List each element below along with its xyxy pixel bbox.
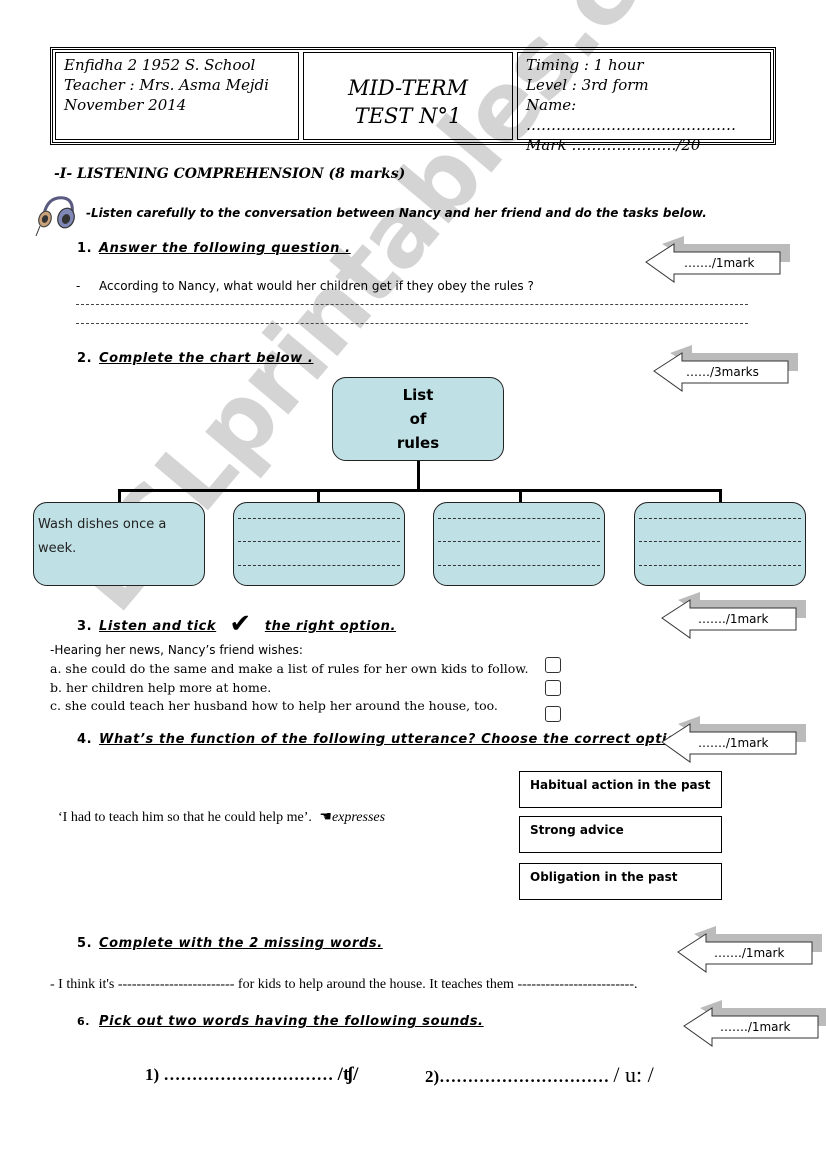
header-school-info: Enfidha 2 1952 S. School Teacher : Mrs. … [55, 52, 299, 140]
q3-checkbox-a[interactable] [545, 657, 561, 673]
pointing-hand-icon: ☚ [319, 810, 332, 825]
q6-title: Pick out two words having the following … [99, 1014, 484, 1029]
q4-option-2[interactable]: Strong advice [519, 816, 722, 853]
title-line-1: MID-TERM [347, 76, 469, 100]
q6-heading: 6. Pick out two words having the followin… [77, 1014, 484, 1029]
q6-item-1-sound: /ʧ/ [337, 1064, 359, 1085]
chart-node-4-line-2 [639, 541, 801, 542]
q4-mark-badge: ……./1mark [660, 716, 810, 766]
q6-mark-badge: ……./1mark [682, 1000, 826, 1050]
q3-stem: -Hearing her news, Nancy’s friend wishes… [50, 643, 303, 657]
q2-mark[interactable]: ……/3marks [686, 365, 759, 379]
chart-connector-2 [317, 489, 320, 502]
title-line-2: TEST N°1 [354, 104, 462, 128]
q6-item-1[interactable]: 1) ………………………… /ʧ/ [145, 1064, 358, 1086]
q3-number: 3. [77, 619, 93, 634]
chart-connector-3 [519, 489, 522, 502]
q6-item-2-sound: / u: / [613, 1062, 654, 1087]
chart-connector-4 [719, 489, 722, 502]
chart-node-3[interactable] [433, 502, 605, 586]
q3-option-b: b. her children help more at home. [50, 680, 272, 695]
q2-heading: 2. Complete the chart below . [77, 351, 313, 366]
q1-question-bullet: - [76, 279, 81, 293]
chart-connector-stem [417, 461, 420, 491]
q3-title-b: the right option. [264, 619, 397, 634]
chart-root-line-1: List [402, 386, 434, 404]
q6-item-1-label: 1) ………………………… [145, 1065, 334, 1084]
tick-icon: ✔ [229, 609, 252, 639]
chart-node-3-line-3 [438, 565, 600, 566]
q3-checkbox-c[interactable] [545, 706, 561, 722]
test-date: November 2014 [64, 96, 187, 114]
header-title: MID-TERM TEST N°1 [303, 52, 513, 140]
q1-answer-line-2[interactable] [76, 323, 748, 324]
q3-option-a: a. she could do the same and make a list… [50, 661, 529, 676]
q4-number: 4. [77, 732, 93, 747]
level: Level : 3rd form [526, 76, 649, 94]
q6-item-2-label: 2)………………………… [425, 1067, 610, 1086]
chart-node-3-line-1 [438, 518, 600, 519]
q6-number: 6. [77, 1015, 91, 1028]
q1-mark-badge: ……./1mark [644, 236, 794, 286]
q1-mark[interactable]: ……./1mark [684, 256, 754, 270]
header-table: Enfidha 2 1952 S. School Teacher : Mrs. … [50, 47, 776, 154]
chart-root-line-2: of [409, 410, 427, 428]
q2-mark-badge: ……/3marks [652, 345, 802, 395]
school-name: Enfidha 2 1952 S. School [64, 56, 256, 74]
q3-title-a: Listen and tick [99, 619, 217, 634]
q3-mark[interactable]: ……./1mark [698, 612, 768, 626]
chart-node-2-line-3 [238, 565, 400, 566]
chart-root-node: List of rules [332, 377, 504, 461]
chart-node-4-line-3 [639, 565, 801, 566]
timing: Timing : 1 hour [526, 56, 644, 74]
q1-number: 1. [77, 241, 93, 256]
chart-connector-1 [118, 489, 121, 502]
chart-node-1-text: Wash dishes once a week. [38, 517, 167, 556]
chart-node-4-line-1 [639, 518, 801, 519]
q3-option-c: c. she could teach her husband how to he… [50, 698, 498, 713]
q3-mark-badge: ……./1mark [660, 592, 810, 642]
q4-option-1[interactable]: Habitual action in the past [519, 771, 722, 808]
q4-utterance-line: ‘I had to teach him so that he could hel… [58, 809, 385, 826]
q1-answer-line-1[interactable] [76, 304, 748, 305]
section-instructions: -Listen carefully to the conversation be… [86, 206, 707, 220]
q1-question: According to Nancy, what would her child… [99, 279, 534, 293]
q4-utterance: ‘I had to teach him so that he could hel… [58, 810, 312, 825]
q4-mark[interactable]: ……./1mark [698, 736, 768, 750]
q2-number: 2. [77, 351, 93, 366]
name-field[interactable]: Name: …………………………………… [526, 95, 762, 135]
q2-title: Complete the chart below . [99, 351, 314, 366]
q6-mark[interactable]: ……./1mark [720, 1020, 790, 1034]
q5-heading: 5. Complete with the 2 missing words. [77, 936, 383, 951]
chart-node-1: Wash dishes once a week. [33, 502, 205, 586]
headphones-icon [30, 192, 80, 238]
mark-field[interactable]: Mark …………………/20 [526, 135, 762, 155]
teacher-name: Teacher : Mrs. Asma Mejdi [64, 76, 269, 94]
q4-heading: 4. What’s the function of the following u… [77, 732, 692, 747]
q4-title: What’s the function of the following utt… [99, 732, 692, 747]
chart-root-line-3: rules [396, 434, 440, 452]
q5-number: 5. [77, 936, 93, 951]
q3-checkbox-b[interactable] [545, 680, 561, 696]
q1-title: Answer the following question . [99, 241, 351, 256]
q4-expresses: expresses [331, 810, 386, 825]
chart-node-4[interactable] [634, 502, 806, 586]
q3-heading: 3. Listen and tick ✔ the right option. [77, 607, 397, 639]
q1-heading: 1. Answer the following question . [77, 241, 351, 256]
q4-option-3[interactable]: Obligation in the past [519, 863, 722, 900]
q5-title: Complete with the 2 missing words. [99, 936, 383, 951]
q5-sentence: - I think it's -------------------------… [50, 977, 638, 992]
q5-mark-badge: ……./1mark [676, 926, 826, 976]
chart-node-3-line-2 [438, 541, 600, 542]
section-title: -I- LISTENING COMPREHENSION (8 marks) [54, 166, 406, 182]
chart-node-2[interactable] [233, 502, 405, 586]
chart-node-2-line-2 [238, 541, 400, 542]
q6-item-2[interactable]: 2)………………………… / u: / [425, 1062, 654, 1088]
chart-node-2-line-1 [238, 518, 400, 519]
chart-connector-bar [118, 489, 722, 492]
q5-mark[interactable]: ……./1mark [714, 946, 784, 960]
header-student-info: Timing : 1 hour Level : 3rd form Name: …… [517, 52, 771, 154]
